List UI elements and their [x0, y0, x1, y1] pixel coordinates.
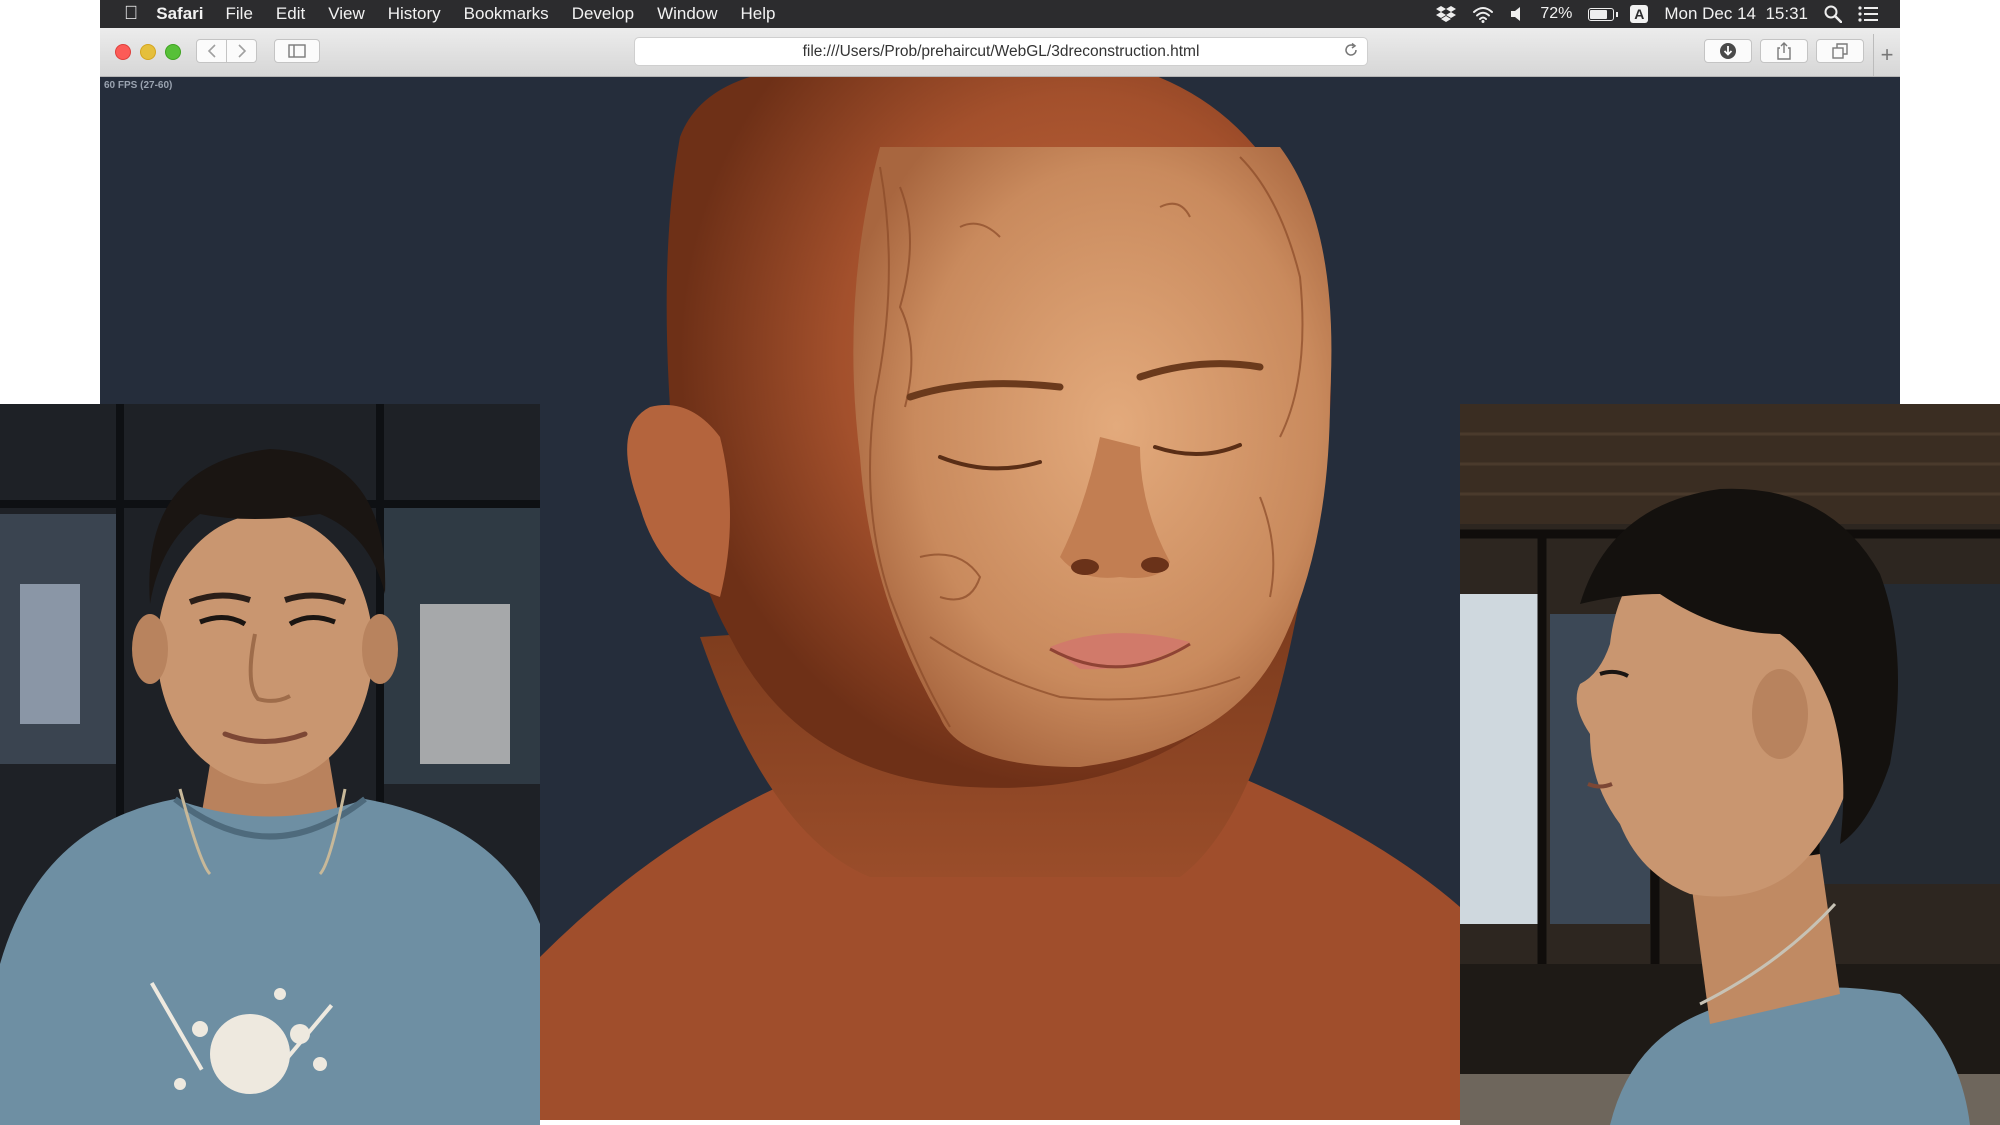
status-area: 72% A Mon Dec 14 15:31	[1436, 4, 1878, 24]
menu-file[interactable]: File	[226, 4, 253, 24]
3d-head-model	[540, 77, 1460, 1120]
fps-counter: 60 FPS (27-60)	[104, 80, 173, 91]
app-menu[interactable]: Safari	[156, 4, 203, 24]
menu-view[interactable]: View	[328, 4, 365, 24]
sidebar-icon	[288, 44, 306, 58]
battery-percent[interactable]: 72%	[1540, 4, 1572, 24]
download-icon	[1720, 43, 1736, 59]
wifi-icon[interactable]	[1472, 4, 1494, 24]
clock[interactable]: Mon Dec 14 15:31	[1664, 4, 1808, 24]
front-view-photo	[0, 404, 540, 1125]
reconstruction-render[interactable]	[540, 77, 1460, 1120]
new-tab-icon[interactable]: +	[1873, 34, 1900, 76]
input-source-icon[interactable]: A	[1630, 5, 1649, 23]
reload-icon[interactable]	[1343, 42, 1359, 58]
sidebar-button[interactable]	[274, 39, 320, 63]
menu-help[interactable]: Help	[741, 4, 776, 24]
back-button[interactable]	[196, 39, 227, 63]
spotlight-icon[interactable]	[1824, 4, 1842, 24]
menu-bookmarks[interactable]: Bookmarks	[464, 4, 549, 24]
forward-button[interactable]	[226, 39, 257, 63]
address-bar[interactable]: file:///Users/Prob/prehaircut/WebGL/3dre…	[634, 37, 1368, 66]
window-close-button[interactable]	[115, 44, 131, 60]
share-button[interactable]	[1760, 39, 1808, 63]
menu-edit[interactable]: Edit	[276, 4, 305, 24]
menu-history[interactable]: History	[388, 4, 441, 24]
url-text: file:///Users/Prob/prehaircut/WebGL/3dre…	[802, 42, 1200, 60]
side-view-photo	[1460, 404, 2000, 1125]
notification-center-icon[interactable]	[1858, 4, 1878, 24]
menu-window[interactable]: Window	[657, 4, 717, 24]
share-icon	[1777, 42, 1791, 60]
back-icon	[207, 44, 216, 58]
apple-menu-icon[interactable]: 	[124, 3, 138, 25]
dropbox-icon[interactable]	[1436, 4, 1457, 24]
forward-icon	[237, 44, 246, 58]
battery-icon[interactable]	[1588, 4, 1619, 24]
window-minimize-button[interactable]	[140, 44, 156, 60]
browser-toolbar: file:///Users/Prob/prehaircut/WebGL/3dre…	[100, 28, 1900, 77]
tabs-overview-button[interactable]	[1816, 39, 1864, 63]
window-zoom-button[interactable]	[165, 44, 181, 60]
volume-icon[interactable]	[1510, 4, 1524, 24]
download-button[interactable]	[1704, 39, 1752, 63]
menu-bar:  Safari File Edit View History Bookmark…	[100, 0, 1900, 28]
menu-develop[interactable]: Develop	[572, 4, 634, 24]
tabs-overview-icon	[1832, 43, 1848, 59]
